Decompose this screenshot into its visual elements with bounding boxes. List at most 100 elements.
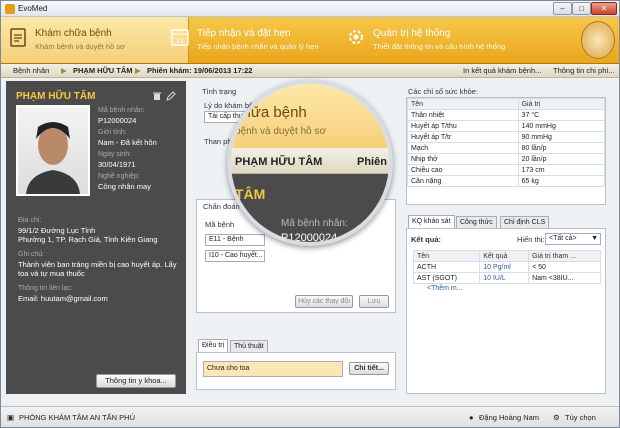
vitals-value: 80 lần/p [517,142,606,154]
vitals-row[interactable]: Thân nhiệt 37 °C [407,109,606,121]
tab-formula[interactable]: Công thức [456,216,497,228]
filter-value: <Tất cả> [549,235,577,242]
vitals-value: 20 lần/p [517,153,606,165]
note-line1: Thành viên ban tráng miền bị cao huyết á… [18,260,177,269]
patient-id: P12000024 [98,116,137,125]
tab-title: Quản trị hệ thống [373,28,451,39]
maximize-button[interactable]: □ [572,2,591,15]
lab-name: ACTH [412,261,481,273]
breadcrumb-patients[interactable]: Bệnh nhân [13,66,49,75]
calendar-icon: 12 [171,29,189,46]
treatment-box: Chưa cho toa Chi tiết... [196,352,396,390]
diagnosis-row[interactable]: I10 - Cao huyết... [205,250,265,262]
zoom-name: TÂM [235,186,266,202]
detail-button[interactable]: Chi tiết... [349,362,389,375]
tab-subtitle: Khám bệnh và duyệt hồ sơ [35,42,125,51]
clipboard-icon [10,28,26,47]
note-line2: toa và tự mua thuốc [18,269,85,278]
job-label: Nghề nghiệp: [98,173,140,180]
patient-panel: PHẠM HỮU TÂM Mã bệnh nhân: P12000024 Giớ… [6,81,186,394]
tab-procedure[interactable]: Thủ thuật [230,340,268,352]
vitals-row[interactable]: Cân nặng 65 kg [407,175,606,187]
vitals-value: 37 °C [517,109,606,121]
app-icon [5,4,15,14]
cancel-changes-button[interactable]: Hủy các thay đổi [295,295,353,308]
ribbon: Khám chữa bệnh Khám bệnh và duyệt hồ sơ … [1,17,619,64]
lab-ref: < 50 [528,261,601,273]
options-menu[interactable]: Tùy chọn [565,413,596,422]
lab-ref: Nam <38IU... [528,272,601,284]
patient-photo [16,105,90,196]
cost-info-link[interactable]: Thông tin chi phí... [553,66,615,75]
vitals-table: Tên Giá trị Thân nhiệt 37 °C Huyết áp T/thu… [407,98,606,187]
note-label: Ghi chú: [18,251,45,258]
vitals-row[interactable]: Nhịp thở 20 lần/p [407,153,606,165]
patient-name: PHẠM HỮU TÂM [16,91,96,102]
breadcrumb-patient[interactable]: PHẠM HỮU TÂM [73,66,133,75]
user-icon: ● [469,413,474,422]
address-line1: 99/1/2 Đường Lục Tỉnh [18,226,96,235]
lab-name: AST (SGOT) [412,272,481,284]
tab-tiep-nhan[interactable]: 12 Tiếp nhận và đặt hẹn Tiếp nhận bệnh n… [163,17,335,63]
app-window: EvoMed – □ ✕ Khám chữa bệnh Khám bệnh và… [0,0,620,428]
vitals-name: Nhịp thở [407,153,519,165]
zoom-session: Phiên khám [357,156,389,168]
lab-table-wrap: Tên Kết quả Giá trị tham ... ACTH 10 Pg/ml <… [412,250,601,293]
vitals-name: Huyết áp T/tr [407,131,519,143]
gender-label: Giới tính: [98,129,127,136]
tab-title: Khám chữa bệnh [35,28,112,39]
filter-select[interactable]: <Tất cả> ▼ [545,233,601,245]
zoom-title: chữa bệnh [235,104,307,121]
vitals-name: Thân nhiệt [407,109,519,121]
add-more-link[interactable]: <Thêm m... [413,284,601,293]
treatment-value[interactable]: Chưa cho toa [203,361,343,377]
vitals-header-name: Tên [407,98,519,110]
contact-label: Thông tin liên lạc: [18,285,73,292]
vitals-name: Cân nặng [407,175,519,187]
print-results-link[interactable]: In kết quả khám bệnh... [463,66,541,75]
vitals-name: Chiều cao [407,164,519,176]
tab-cls-order[interactable]: Chỉ định CLS [500,216,550,228]
tab-kham-chua-benh[interactable]: Khám chữa bệnh Khám bệnh và duyệt hồ sơ [1,17,189,63]
tab-treatment[interactable]: Điều trị [198,339,229,352]
medical-info-button[interactable]: Thông tin y khoa... [96,374,176,388]
vitals-row[interactable]: Huyết áp T/thu 140 mmHg [407,120,606,132]
diagnosis-code-header: Mã bệnh [205,220,235,229]
vitals-value: 90 mmHg [517,131,606,143]
tab-lab-results[interactable]: KQ khảo sát [408,215,455,228]
options-icon: ⚙ [553,413,560,422]
edit-icon[interactable] [166,91,176,101]
user-name[interactable]: Đặng Hoàng Nam [479,413,539,422]
tab-subtitle: Thiết đặt thông tin và cấu hình hệ thống [373,42,506,51]
svg-text:12: 12 [176,38,184,45]
vitals-row[interactable]: Huyết áp T/tr 90 mmHg [407,131,606,143]
vitals-row[interactable]: Chiều cao 173 cm [407,164,606,176]
dob-label: Ngày sinh: [98,151,132,158]
zoom-id-label: Mã bệnh nhân: [281,218,348,229]
show-label: Hiển thị: [517,235,545,244]
lab-row[interactable]: ACTH 10 Pg/ml < 50 [412,261,601,273]
save-button[interactable]: Lưu [359,295,389,308]
chevron-down-icon: ▼ [591,235,598,242]
gender-value: Nam - Đã kết hôn [98,138,157,147]
vitals-name: Huyết áp T/thu [407,120,519,132]
lab-row[interactable]: AST (SGOT) 10 IU/L Nam <38IU... [412,272,601,284]
trash-icon[interactable] [152,91,162,101]
lab-box: Kết quả: Hiển thị: <Tất cả> ▼ Tên Kết quả… [406,228,606,394]
vitals-table-box: Tên Giá trị Thân nhiệt 37 °C Huyết áp T/thu… [406,97,606,205]
lab-result: 10 IU/L [479,272,530,284]
tab-quan-tri[interactable]: Quản trị hệ thống Thiết đặt thông tin và… [339,17,519,63]
close-button[interactable]: ✕ [591,2,617,15]
zoom-patient: PHẠM HỮU TÂM [235,156,323,168]
lab-header-name: Tên [412,250,481,262]
breadcrumb-session[interactable]: Phiên khám: 19/06/2013 17:22 [147,66,252,75]
zoom-lens: chữa bệnh bệnh và duyệt hồ sơ PHẠM HỮU T… [227,80,393,246]
vitals-row[interactable]: Mạch 80 lần/p [407,142,606,154]
zoom-subtitle: bệnh và duyệt hồ sơ [235,126,327,137]
lab-table: Tên Kết quả Giá trị tham ... ACTH 10 Pg/ml <… [412,250,601,284]
vitals-name: Mạch [407,142,519,154]
minimize-button[interactable]: – [553,2,572,15]
chevron-right-icon: ▶ [61,66,67,75]
window-title: EvoMed [18,4,48,13]
zoom-id: P12000024 [281,232,338,244]
